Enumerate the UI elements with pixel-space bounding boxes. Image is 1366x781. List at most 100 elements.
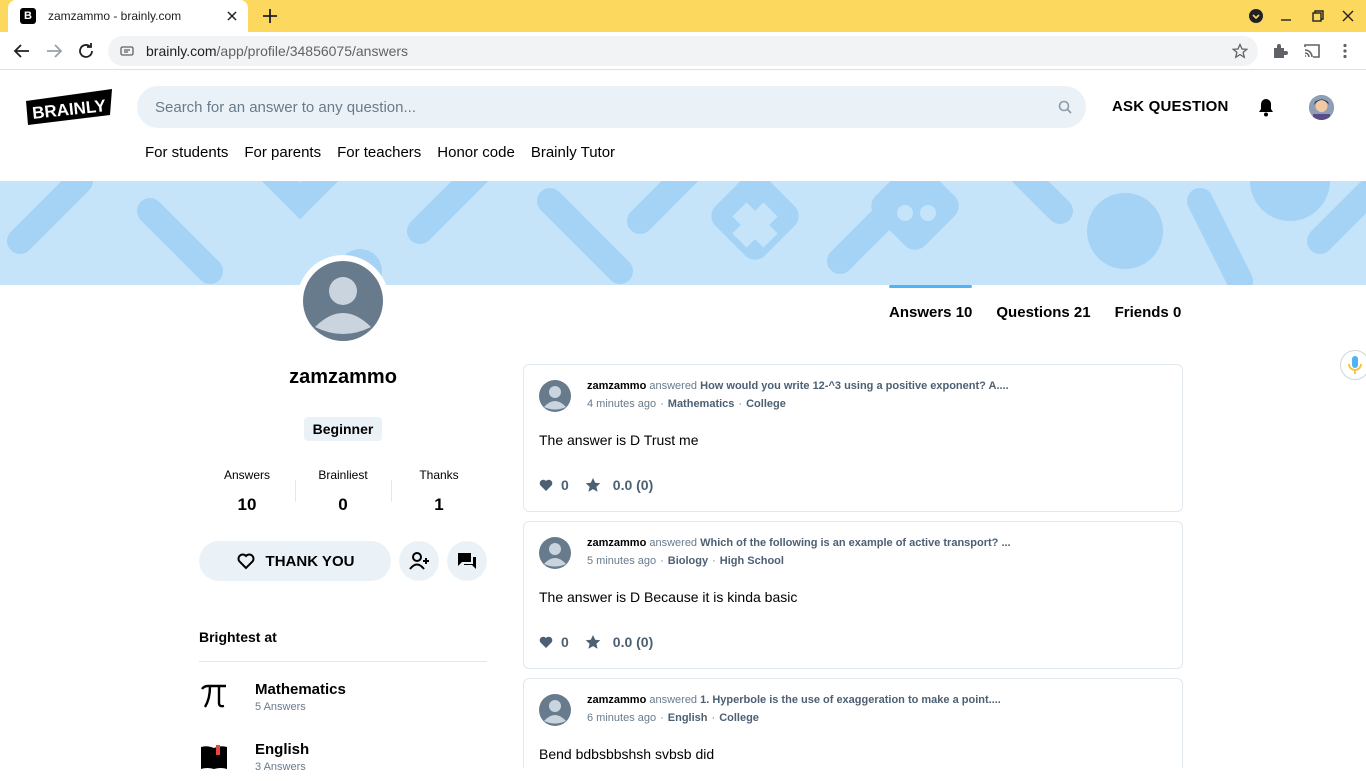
author-name[interactable]: zamzammo [587, 380, 646, 392]
subject-item-english[interactable]: English 3 Answers [199, 741, 487, 781]
tab-search-icon[interactable] [1248, 8, 1264, 24]
subject-tag[interactable]: Biology [668, 555, 708, 567]
site-nav: For students For parents For teachers Ho… [145, 144, 631, 161]
answer-content: The answer is D Because it is kinda basi… [539, 589, 798, 605]
message-button[interactable] [447, 541, 487, 581]
answer-card[interactable]: zamzammo answered 1. Hyperbole is the us… [523, 678, 1183, 768]
voice-search-mic-icon[interactable] [1340, 350, 1366, 380]
tab-questions[interactable]: Questions 21 [996, 285, 1090, 321]
nav-for-teachers[interactable]: For teachers [337, 144, 421, 161]
brightest-at-title: Brightest at [199, 629, 277, 645]
level-tag[interactable]: College [719, 712, 759, 724]
tab-title: zamzammo - brainly.com [48, 9, 182, 23]
stat-label: Brainliest [318, 468, 368, 482]
nav-for-students[interactable]: For students [145, 144, 228, 161]
answer-subline: 4 minutes ago · Mathematics · College [587, 398, 786, 410]
heart-icon[interactable] [539, 478, 553, 492]
cast-icon[interactable] [1303, 42, 1321, 60]
browser-tab[interactable]: B zamzammo - brainly.com [8, 0, 248, 32]
thank-you-button[interactable]: THANK YOU [199, 541, 391, 581]
author-name[interactable]: zamzammo [587, 694, 646, 706]
heart-icon[interactable] [539, 635, 553, 649]
url-host: brainly.com [146, 43, 217, 59]
answer-footer: 0 0.0 (0) [539, 477, 653, 493]
stat-label: Answers [223, 468, 270, 482]
level-tag[interactable]: High School [720, 555, 784, 567]
star-icon[interactable] [585, 477, 601, 493]
subject-name: English [255, 741, 310, 758]
reload-icon[interactable] [76, 41, 96, 61]
stat-value: 1 [434, 495, 444, 514]
search-icon[interactable] [1058, 100, 1072, 114]
author-avatar[interactable] [539, 537, 571, 569]
heart-outline-icon [237, 553, 255, 570]
back-arrow-icon[interactable] [12, 41, 32, 61]
profile-avatar [297, 255, 389, 347]
subject-count: 3 Answers [255, 761, 306, 773]
question-link[interactable]: How would you write 12-^3 using a positi… [700, 380, 1009, 392]
author-name[interactable]: zamzammo [587, 537, 646, 549]
answered-verb: answered [649, 694, 698, 706]
stat-value: 10 [237, 495, 257, 514]
answer-time: 5 minutes ago [587, 555, 657, 567]
subject-tag[interactable]: English [668, 712, 708, 724]
close-window-icon[interactable] [1340, 8, 1356, 24]
site-info-icon[interactable] [120, 44, 134, 58]
pi-icon [199, 681, 229, 711]
restore-icon[interactable] [1310, 8, 1326, 24]
forward-arrow-icon[interactable] [44, 41, 64, 61]
close-icon[interactable] [224, 8, 240, 24]
nav-brainly-tutor[interactable]: Brainly Tutor [531, 144, 615, 161]
url-path: /app/profile/34856075/answers [216, 43, 409, 59]
answer-card[interactable]: zamzammo answered Which of the following… [523, 521, 1183, 669]
thank-you-label: THANK YOU [265, 552, 355, 570]
stat-thanks: Thanks 1 [391, 468, 487, 515]
answer-meta: zamzammo answered Which of the following… [587, 537, 1011, 549]
profile-stats: Answers 10 Brainliest 0 Thanks 1 [199, 468, 487, 515]
answer-time: 4 minutes ago [587, 398, 657, 410]
tab-answers[interactable]: Answers 10 [889, 285, 973, 321]
new-tab-plus-icon[interactable] [260, 6, 280, 26]
star-icon[interactable] [585, 634, 601, 650]
author-avatar[interactable] [539, 380, 571, 412]
rating-value: 0.0 (0) [612, 477, 654, 493]
question-link[interactable]: 1. Hyperbole is the use of exaggeration … [700, 694, 1001, 706]
profile-username: zamzammo [289, 366, 397, 388]
nav-for-parents[interactable]: For parents [244, 144, 321, 161]
stat-value: 0 [338, 495, 348, 514]
question-link[interactable]: Which of the following is an example of … [700, 537, 1010, 549]
minimize-icon[interactable] [1278, 8, 1294, 24]
answered-verb: answered [649, 380, 698, 392]
brainly-logo[interactable]: BRAINLY [24, 87, 114, 127]
stat-answers: Answers 10 [199, 468, 295, 515]
more-vert-icon[interactable] [1336, 42, 1354, 60]
subject-name: Mathematics [255, 681, 346, 698]
subject-tag[interactable]: Mathematics [668, 398, 735, 410]
notification-bell-icon[interactable] [1256, 97, 1276, 117]
subject-count: 5 Answers [255, 701, 306, 713]
subject-item-mathematics[interactable]: Mathematics 5 Answers [199, 681, 487, 721]
banner-pattern [7, 181, 1366, 285]
book-icon [199, 741, 229, 771]
add-friend-button[interactable] [399, 541, 439, 581]
address-bar[interactable]: brainly.com/app/profile/34856075/answers [108, 36, 1258, 66]
divider [199, 661, 487, 662]
nav-honor-code[interactable]: Honor code [437, 144, 515, 161]
level-tag[interactable]: College [746, 398, 786, 410]
user-avatar[interactable] [1309, 95, 1334, 120]
profile-tabs: Answers 10 Questions 21 Friends 0 [889, 285, 1181, 321]
answer-card[interactable]: zamzammo answered How would you write 12… [523, 364, 1183, 512]
extensions-puzzle-icon[interactable] [1271, 42, 1289, 60]
tab-friends[interactable]: Friends 0 [1115, 285, 1182, 321]
rating-value: 0.0 (0) [612, 634, 654, 650]
bookmark-star-icon[interactable] [1232, 43, 1248, 59]
ask-question-button[interactable]: ASK QUESTION [1112, 98, 1229, 115]
stat-brainliest: Brainliest 0 [295, 468, 391, 515]
like-count: 0 [561, 634, 569, 650]
answer-time: 6 minutes ago [587, 712, 657, 724]
author-avatar[interactable] [539, 694, 571, 726]
search-input[interactable] [155, 98, 1035, 116]
answer-content: The answer is D Trust me [539, 432, 699, 448]
url-text: brainly.com/app/profile/34856075/answers [146, 43, 408, 59]
search-bar[interactable] [137, 86, 1086, 128]
